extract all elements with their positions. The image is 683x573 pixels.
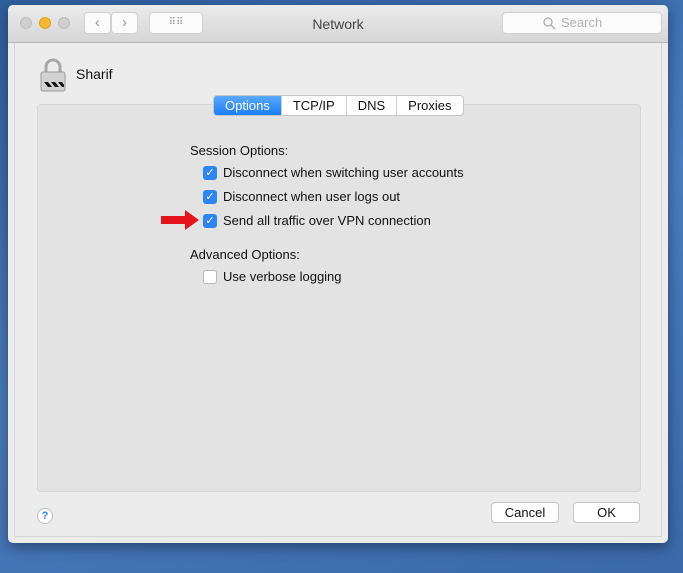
cancel-button[interactable]: Cancel (491, 502, 559, 523)
tab-dns[interactable]: DNS (345, 96, 396, 115)
search-input[interactable]: Search (502, 12, 662, 34)
red-arrow-icon (161, 210, 199, 230)
option-disconnect-switching[interactable]: ✓ Disconnect when switching user accounts (203, 165, 464, 180)
advanced-options-heading: Advanced Options: (190, 247, 300, 262)
tab-proxies[interactable]: Proxies (396, 96, 462, 115)
option-label: Disconnect when user logs out (223, 189, 401, 204)
connection-name: Sharif (76, 66, 113, 82)
vpn-lock-icon (40, 58, 66, 92)
titlebar: ‹ › ⠿⠿ Network Search (8, 5, 668, 43)
session-options-heading: Session Options: (190, 143, 289, 158)
options-panel (37, 104, 641, 492)
search-icon (543, 17, 556, 30)
tab-bar: Options TCP/IP DNS Proxies (213, 95, 464, 116)
option-label: Send all traffic over VPN connection (223, 213, 431, 228)
search-placeholder: Search (561, 15, 603, 30)
ok-button[interactable]: OK (573, 502, 640, 523)
option-disconnect-logout[interactable]: ✓ Disconnect when user logs out (203, 189, 400, 204)
checkbox-checked[interactable]: ✓ (203, 189, 217, 204)
checkbox-checked[interactable]: ✓ (203, 213, 217, 228)
option-verbose-logging[interactable]: Use verbose logging (203, 269, 342, 284)
checkbox-unchecked[interactable] (203, 269, 217, 284)
tab-options[interactable]: Options (214, 96, 281, 115)
tab-tcpip[interactable]: TCP/IP (280, 96, 346, 115)
option-send-all-traffic[interactable]: ✓ Send all traffic over VPN connection (203, 213, 431, 228)
help-button[interactable]: ? (37, 508, 53, 524)
checkbox-checked[interactable]: ✓ (203, 165, 217, 180)
network-window: ‹ › ⠿⠿ Network Search Sharif Options TCP… (8, 5, 668, 543)
option-label: Disconnect when switching user accounts (223, 165, 464, 180)
option-label: Use verbose logging (223, 269, 342, 284)
